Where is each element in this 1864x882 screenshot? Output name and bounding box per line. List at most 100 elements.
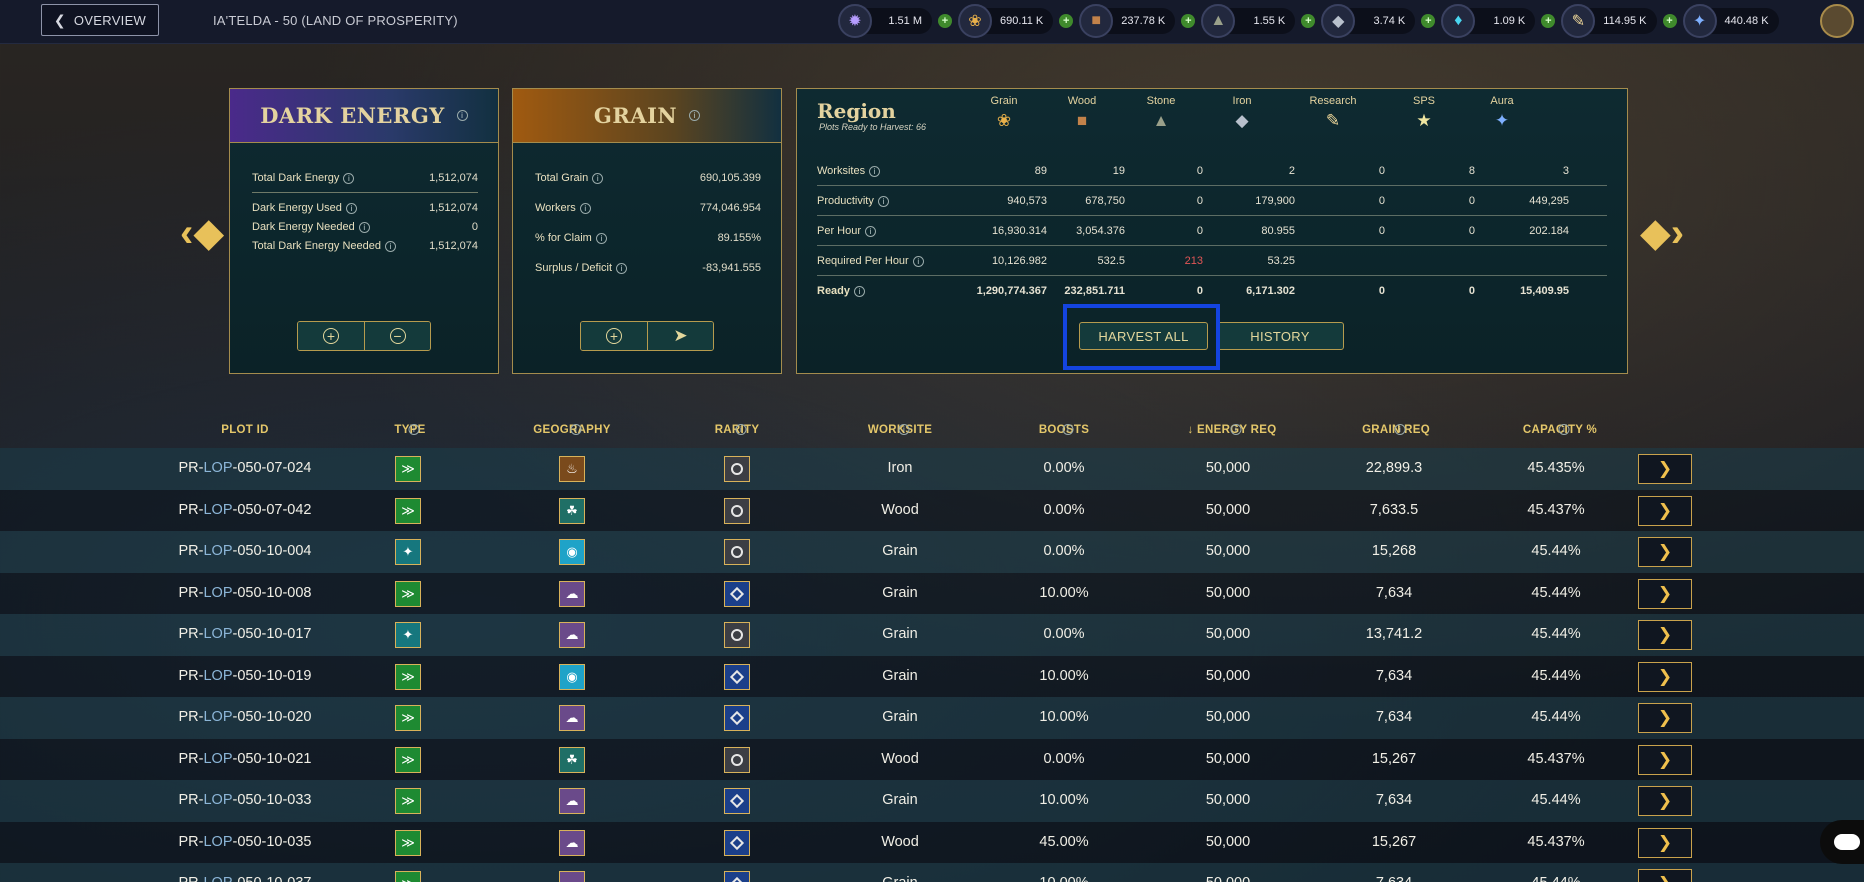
plot-details-button[interactable]: ❯	[1638, 578, 1692, 609]
plot-details-button[interactable]: ❯	[1638, 495, 1692, 526]
add-dark-energy-panel-button[interactable]: +	[298, 322, 364, 350]
grass-icon: ≫	[395, 871, 421, 882]
plot-id: PR-LOP-050-10-004	[178, 543, 312, 559]
previous-arrow-icon[interactable]: ‹◆	[180, 210, 224, 256]
aura-icon: ✦	[1682, 4, 1717, 38]
plot-details-button[interactable]: ❯	[1638, 454, 1692, 484]
cell: 1,290,774.367	[976, 285, 1047, 297]
table-row: PR-LOP-050-10-033 ≫ ☁ Grain 10.00% 50,000 7,63…	[0, 780, 1864, 822]
kv-row: % for Claim i 89.155%	[535, 232, 761, 244]
info-icon[interactable]: i	[1394, 424, 1406, 435]
resource-bar: ✹ 1.51 M + ❀ 690.11 K + ■ 237.78 K + ▲ 1…	[838, 4, 1785, 38]
kv-value: 1,512,074	[429, 202, 478, 214]
grass-icon: ≫	[395, 580, 421, 607]
remove-dark-energy-button[interactable]: −	[364, 322, 430, 350]
add-iron-button[interactable]: +	[1421, 14, 1436, 28]
chat-button[interactable]	[1820, 820, 1864, 864]
add-crystal-button[interactable]: +	[1541, 14, 1556, 28]
plot-details-button[interactable]: ❯	[1638, 620, 1692, 650]
plot-details-button[interactable]: ❯	[1638, 869, 1692, 882]
chevron-right-icon: ❯	[1657, 832, 1673, 852]
send-grain-button[interactable]: ➤	[647, 322, 713, 350]
cell: 0	[1196, 165, 1203, 177]
table-row: PR-LOP-050-07-042 ≫ ☘ Wood 0.00% 50,000 7,633.…	[0, 489, 1864, 531]
cell: 0	[1196, 195, 1203, 207]
grain-req: 15,268	[1371, 543, 1417, 559]
add-stone-button[interactable]: +	[1301, 14, 1316, 28]
info-icon[interactable]: i	[865, 225, 877, 237]
table-row: PR-LOP-050-10-020 ≫ ☁ Grain 10.00% 50,000 7,63…	[0, 697, 1864, 739]
energy-req: 50,000	[1205, 543, 1251, 559]
dark-energy-icon: ✹	[838, 4, 872, 38]
plot-details-button[interactable]: ❯	[1638, 537, 1692, 567]
boosts: 0.00%	[1043, 460, 1085, 476]
avatar[interactable]	[1820, 4, 1854, 38]
plot-details-button[interactable]: ❯	[1638, 827, 1692, 858]
cell: 15,409.95	[1520, 285, 1569, 297]
info-icon[interactable]: i	[689, 110, 701, 121]
chevron-right-icon: ❯	[1657, 708, 1673, 727]
cell: 53.25	[1267, 255, 1295, 267]
info-icon[interactable]: i	[358, 221, 370, 233]
overview-button[interactable]: ❮ OVERVIEW	[41, 4, 159, 36]
grass-icon: ≫	[395, 497, 421, 524]
cell: 2	[1288, 165, 1295, 177]
info-icon[interactable]: i	[877, 195, 889, 207]
add-dark-energy-button[interactable]: +	[938, 14, 952, 28]
chevron-left-icon: ❮	[53, 11, 66, 28]
region-col-stone: Stone ▲	[1146, 95, 1176, 130]
kv-label: Total Grain i	[535, 172, 604, 184]
worksite: Grain	[882, 543, 918, 559]
add-wood-button[interactable]: +	[1181, 14, 1196, 28]
info-icon[interactable]: i	[735, 424, 747, 435]
plot-details-button[interactable]: ❯	[1638, 661, 1692, 692]
info-icon[interactable]: i	[912, 255, 924, 267]
info-icon[interactable]: i	[592, 172, 604, 184]
top-bar: ❮ OVERVIEW IA'TELDA - 50 (LAND OF PROSPE…	[0, 0, 1864, 44]
info-icon[interactable]: i	[579, 202, 591, 214]
plot-details-button[interactable]: ❯	[1638, 744, 1692, 775]
plot-details-button[interactable]: ❯	[1638, 703, 1692, 733]
next-arrow-icon[interactable]: ◆›	[1640, 210, 1684, 256]
history-button[interactable]: HISTORY	[1216, 322, 1344, 350]
info-icon[interactable]: i	[343, 172, 355, 184]
cell: 0	[1468, 225, 1475, 237]
info-icon[interactable]: i	[385, 240, 397, 252]
resource-crystal: ♦ 1.09 K +	[1441, 4, 1556, 38]
info-icon[interactable]: i	[616, 262, 628, 274]
info-icon[interactable]: i	[869, 165, 881, 177]
add-grain-panel-button[interactable]: +	[581, 322, 647, 350]
info-icon[interactable]: i	[1230, 424, 1242, 435]
info-icon[interactable]: i	[570, 424, 582, 435]
info-icon[interactable]: i	[1558, 424, 1570, 435]
add-research-button[interactable]: +	[1662, 14, 1677, 28]
worksite: Grain	[882, 584, 918, 601]
sps-icon: ★	[1416, 111, 1432, 130]
info-icon[interactable]: i	[898, 424, 910, 435]
table-row: PR-LOP-050-10-017 ✦ ☁ Grain 0.00% 50,000 13,74…	[0, 614, 1864, 656]
plus-circle-icon: +	[323, 328, 339, 344]
iron-icon: ◆	[1235, 111, 1249, 130]
info-icon[interactable]: i	[854, 285, 866, 297]
info-icon[interactable]: i	[408, 424, 420, 435]
kv-row: Total Dark Energy Needed i 1,512,074	[252, 240, 478, 252]
info-icon[interactable]: i	[595, 232, 607, 244]
chat-icon	[1834, 834, 1860, 850]
info-icon[interactable]: i	[1062, 424, 1074, 435]
grain-req: 7,634	[1376, 875, 1412, 882]
info-icon[interactable]: i	[456, 110, 468, 121]
table-row: PR-LOP-050-10-019 ≫ ◉ Grain 10.00% 50,000 7,63…	[0, 655, 1864, 697]
boosts: 10.00%	[1039, 792, 1089, 808]
energy-req: 50,000	[1205, 501, 1251, 518]
grain-req: 13,741.2	[1365, 626, 1423, 642]
add-grain-button[interactable]: +	[1059, 14, 1074, 28]
common-rarity-icon	[724, 622, 750, 648]
energy-req: 50,000	[1205, 584, 1251, 601]
plot-details-button[interactable]: ❯	[1638, 786, 1692, 816]
common-rarity-icon	[724, 497, 750, 524]
grain-req: 15,267	[1371, 833, 1417, 850]
capacity: 45.44%	[1531, 709, 1581, 725]
land-title: IA'TELDA - 50 (LAND OF PROSPERITY)	[213, 13, 458, 28]
info-icon[interactable]: i	[345, 202, 357, 214]
capacity: 45.44%	[1531, 543, 1581, 559]
